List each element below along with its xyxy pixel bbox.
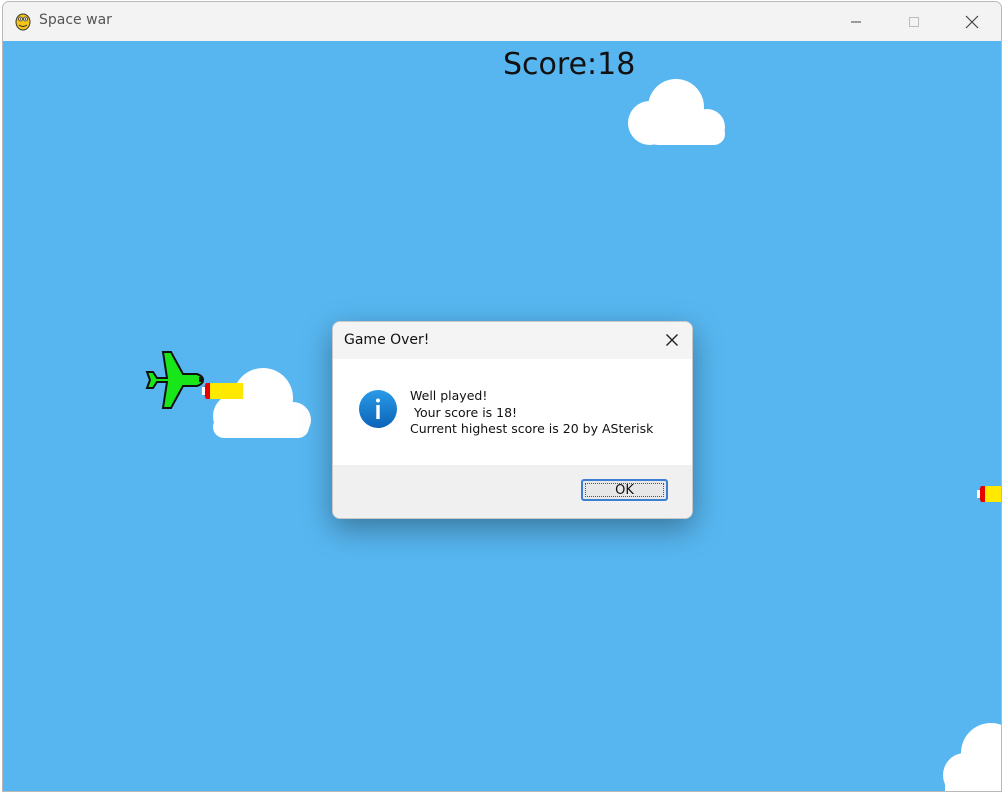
dialog-body: Well played! Your score is 18! Current hi…: [333, 359, 692, 465]
minimize-icon: [851, 21, 861, 22]
ok-button[interactable]: OK: [581, 479, 668, 501]
maximize-icon: [909, 16, 919, 27]
minimize-button[interactable]: [827, 2, 885, 41]
title-bar[interactable]: Space war: [3, 2, 1001, 41]
info-icon: [359, 390, 397, 428]
player-plane: [145, 351, 205, 409]
message-line-2: Your score is 18!: [410, 404, 518, 420]
maximize-button[interactable]: [885, 2, 943, 41]
missile: [202, 383, 243, 399]
cloud: [628, 79, 725, 145]
message-line-3: Current highest score is 20 by ASterisk: [410, 421, 654, 436]
dialog-title-bar[interactable]: Game Over!: [333, 322, 692, 359]
cloud: [213, 368, 311, 438]
dialog-title: Game Over!: [344, 332, 430, 348]
pygame-snake-icon: [15, 13, 31, 31]
score-label: Score:18: [503, 47, 636, 82]
window-title: Space war: [39, 12, 112, 28]
close-button[interactable]: [943, 2, 1001, 41]
cloud: [943, 723, 1001, 791]
close-icon: [666, 334, 678, 346]
dialog-close-button[interactable]: [662, 330, 682, 350]
focus-ring: [585, 483, 664, 497]
close-icon: [965, 15, 979, 28]
game-over-dialog: Game Over! Well played! Your score is 18…: [332, 321, 693, 519]
message-line-1: Well played!: [410, 388, 488, 403]
dialog-footer: OK: [333, 465, 692, 518]
dialog-message: Well played! Your score is 18! Current hi…: [410, 388, 653, 438]
missile: [977, 486, 1001, 502]
